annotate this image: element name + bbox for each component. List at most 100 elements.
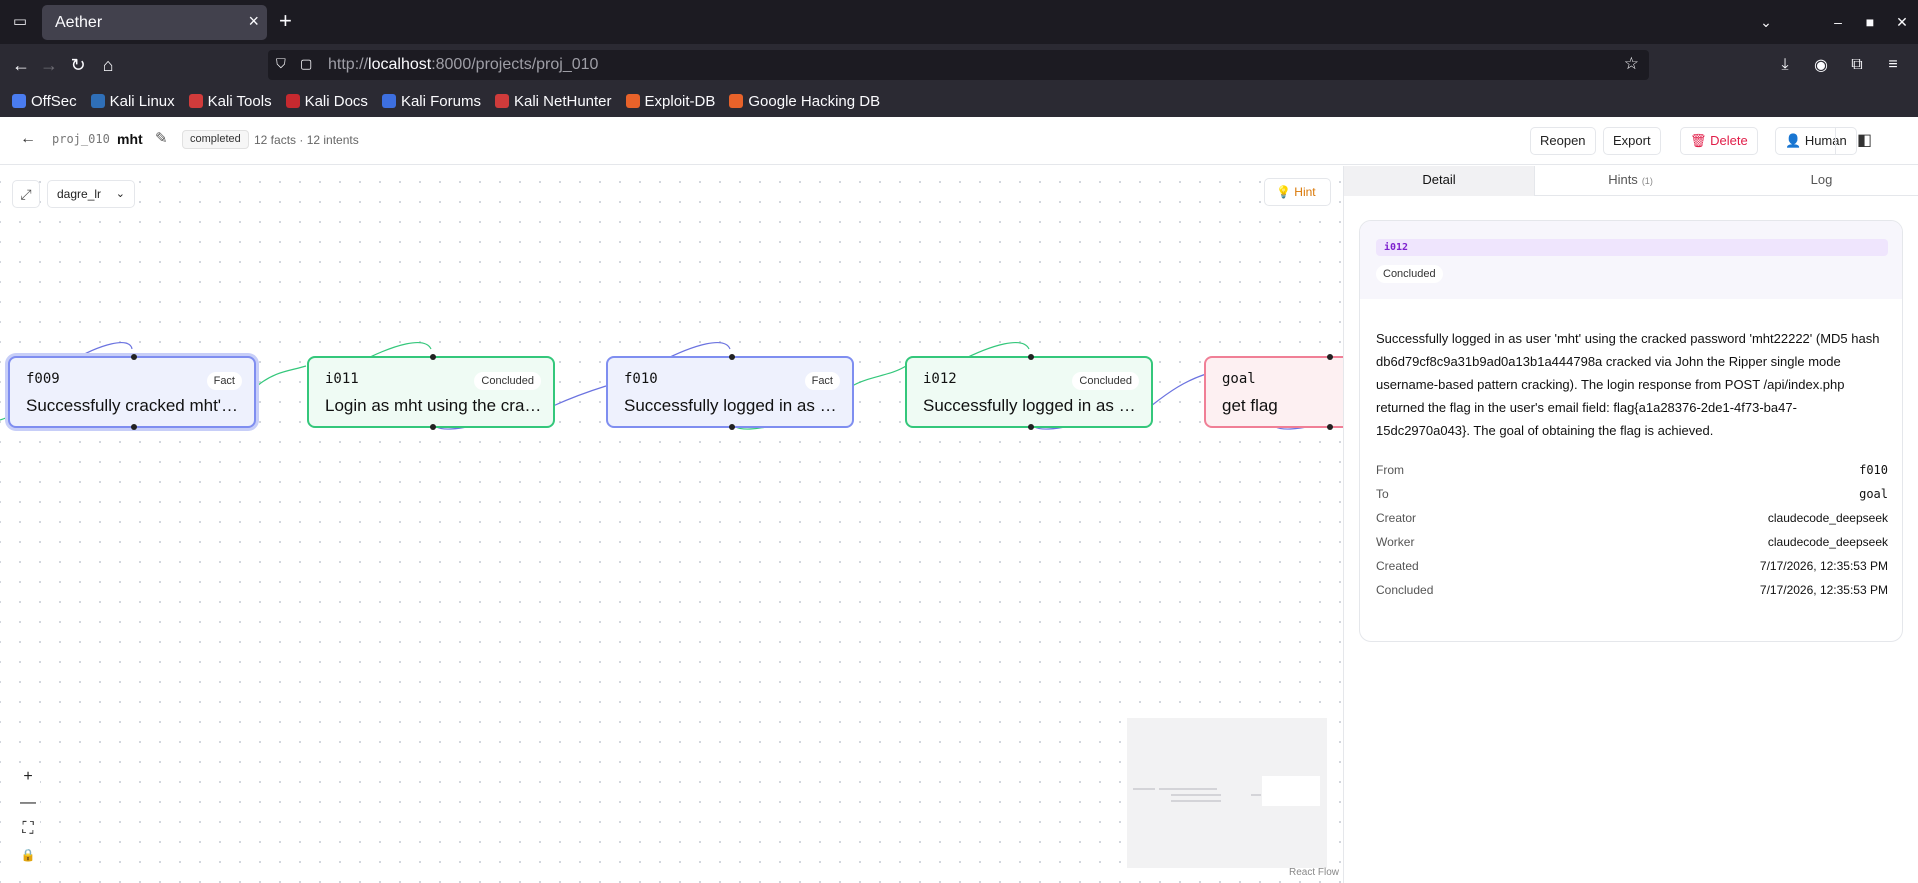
shield-icon[interactable]: ⛉ (276, 56, 286, 72)
project-header: ← proj_010 mht ✎ completed 12 facts · 12… (0, 117, 1918, 165)
node-handle[interactable] (131, 424, 137, 430)
export-button[interactable]: Export (1603, 127, 1661, 155)
intent-id: i012 (1376, 239, 1888, 256)
close-window-icon[interactable]: ✕ (1886, 14, 1918, 31)
hint-button[interactable]: 💡 Hint (1264, 178, 1331, 206)
meta-label: Creator (1376, 511, 1417, 525)
extensions-icon[interactable]: ⧉ (1842, 56, 1872, 74)
node-handle[interactable] (1028, 354, 1034, 360)
node-handle[interactable] (1327, 424, 1333, 430)
zoom-out-icon[interactable]: — (16, 790, 40, 816)
tab-label: Log (1810, 172, 1833, 187)
account-icon[interactable]: ◉ (1806, 55, 1836, 75)
bookmark-item[interactable]: Kali Linux (90, 93, 175, 110)
node-handle[interactable] (1028, 424, 1034, 430)
panel-toggle-icon[interactable]: ◧ (1857, 130, 1872, 150)
graph-canvas[interactable]: ⤢ dagre_lr ⌄ 💡 Hint f009 Fact Successfully… (0, 166, 1343, 883)
window-controls: ⌄ – ■ ✕ (1750, 0, 1918, 44)
human-button[interactable]: 👤 Human (1775, 127, 1857, 155)
graph-node-intent[interactable]: i011 Concluded Login as mht using the crac… (307, 354, 555, 430)
node-handle[interactable] (729, 354, 735, 360)
node-label: get flag (1222, 396, 1278, 415)
home-icon[interactable]: ⌂ (95, 52, 121, 78)
bookmark-item[interactable]: Google Hacking DB (729, 93, 880, 110)
toolbar-icons: ⤓ ◉ ⧉ ≡ (1770, 44, 1918, 85)
tab-title: Aether (55, 14, 103, 31)
meta-label: From (1376, 463, 1404, 477)
graph-node-fact[interactable]: f010 Fact Successfully logged in as mht (606, 354, 854, 430)
lock-icon[interactable]: 🔒 (16, 842, 40, 868)
meta-label: Created (1376, 559, 1419, 573)
user-icon: 👤 (1785, 133, 1802, 148)
minimize-icon[interactable]: – (1822, 14, 1854, 30)
node-id: goal (1222, 371, 1256, 387)
node-handle[interactable] (430, 424, 436, 430)
fit-view-icon[interactable]: ⛶ (16, 816, 40, 842)
project-id: proj_010 (52, 132, 110, 146)
download-icon[interactable]: ⤓ (1770, 56, 1800, 74)
reload-icon[interactable]: ↻ (65, 52, 91, 78)
delete-label: Delete (1710, 133, 1748, 148)
layout-select[interactable]: dagre_lr ⌄ (47, 180, 135, 208)
bookmark-item[interactable]: Exploit-DB (625, 93, 715, 110)
node-handle[interactable] (430, 354, 436, 360)
node-handle[interactable] (729, 424, 735, 430)
minimap[interactable] (1127, 718, 1327, 868)
url-text[interactable]: http://localhost:8000/projects/proj_010 (328, 56, 598, 74)
meta-label: Concluded (1376, 583, 1434, 597)
bookmark-favicon-icon (12, 94, 26, 108)
page-info-icon[interactable]: ▢ (300, 56, 312, 72)
panel-tabs: Detail Hints (1) Log (1344, 166, 1918, 196)
meta-row: Concluded 7/17/2026, 12:35:53 PM (1376, 583, 1888, 607)
minimap-viewport[interactable] (1262, 776, 1320, 806)
tab-overflow-icon[interactable]: ⌄ (1750, 14, 1782, 31)
layout-value: dagre_lr (57, 187, 102, 201)
tab-label: Hints (1608, 172, 1638, 187)
hint-label: Hint (1294, 185, 1316, 199)
meta-value: claudecode_deepseek (1767, 511, 1888, 525)
back-arrow-icon[interactable]: ← (20, 130, 36, 148)
delete-button[interactable]: 🗑 Delete (1680, 127, 1758, 155)
forward-icon[interactable]: → (36, 52, 62, 78)
minimap-node (1171, 794, 1221, 796)
expand-icon[interactable]: ⤢ (12, 180, 40, 208)
bookmark-item[interactable]: Kali Docs (285, 93, 368, 110)
close-tab-icon[interactable]: × (248, 11, 259, 31)
tab-list-icon[interactable]: ▭ (8, 10, 32, 34)
tab-detail[interactable]: Detail (1344, 166, 1535, 196)
new-tab-icon[interactable]: + (279, 9, 292, 33)
pencil-icon[interactable]: ✎ (155, 129, 168, 147)
status-badge: completed (182, 130, 249, 149)
bookmarks-bar: OffSec Kali Linux Kali Tools Kali Docs Kali … (0, 85, 1918, 117)
bookmark-favicon-icon (285, 94, 300, 108)
maximize-icon[interactable]: ■ (1854, 14, 1886, 30)
tab-hints[interactable]: Hints (1) (1535, 166, 1726, 196)
bookmark-favicon-icon (90, 94, 105, 108)
bookmark-label: Kali NetHunter (513, 92, 612, 110)
graph-node-intent[interactable]: i012 Concluded Successfully logged in as m… (905, 354, 1153, 430)
graph-node-fact[interactable]: f009 Fact Successfully cracked mht's passw… (8, 354, 256, 430)
reopen-button[interactable]: Reopen (1530, 127, 1596, 155)
detail-card: i012 Concluded Successfully logged in as… (1359, 220, 1903, 642)
back-icon[interactable]: ← (8, 52, 34, 78)
graph-node-goal[interactable]: goalGoalget flag (1204, 354, 1343, 430)
bookmark-star-icon[interactable]: ☆ (1624, 54, 1639, 74)
meta-row: Created 7/17/2026, 12:35:53 PM (1376, 559, 1888, 583)
menu-icon[interactable]: ≡ (1878, 56, 1908, 74)
react-flow-attribution[interactable]: React Flow (1289, 867, 1339, 878)
bookmark-item[interactable]: OffSec (12, 93, 77, 110)
bookmark-item[interactable]: Kali NetHunter (494, 92, 612, 110)
node-id: f010 (624, 371, 658, 387)
edge (851, 365, 907, 387)
meta-value: 7/17/2026, 12:35:53 PM (1759, 583, 1888, 597)
tab-log[interactable]: Log (1726, 166, 1917, 196)
zoom-in-icon[interactable]: + (16, 764, 40, 790)
browser-tab[interactable]: Aether × (42, 5, 267, 40)
url-bar[interactable]: ⛉ ▢ http://localhost:8000/projects/proj_… (268, 50, 1649, 80)
node-handle[interactable] (1327, 354, 1333, 360)
node-handle[interactable] (131, 354, 137, 360)
bookmark-label: Google Hacking DB (748, 92, 881, 110)
human-label: Human (1804, 133, 1847, 148)
bookmark-item[interactable]: Kali Tools (188, 93, 272, 110)
bookmark-item[interactable]: Kali Forums (381, 93, 481, 110)
